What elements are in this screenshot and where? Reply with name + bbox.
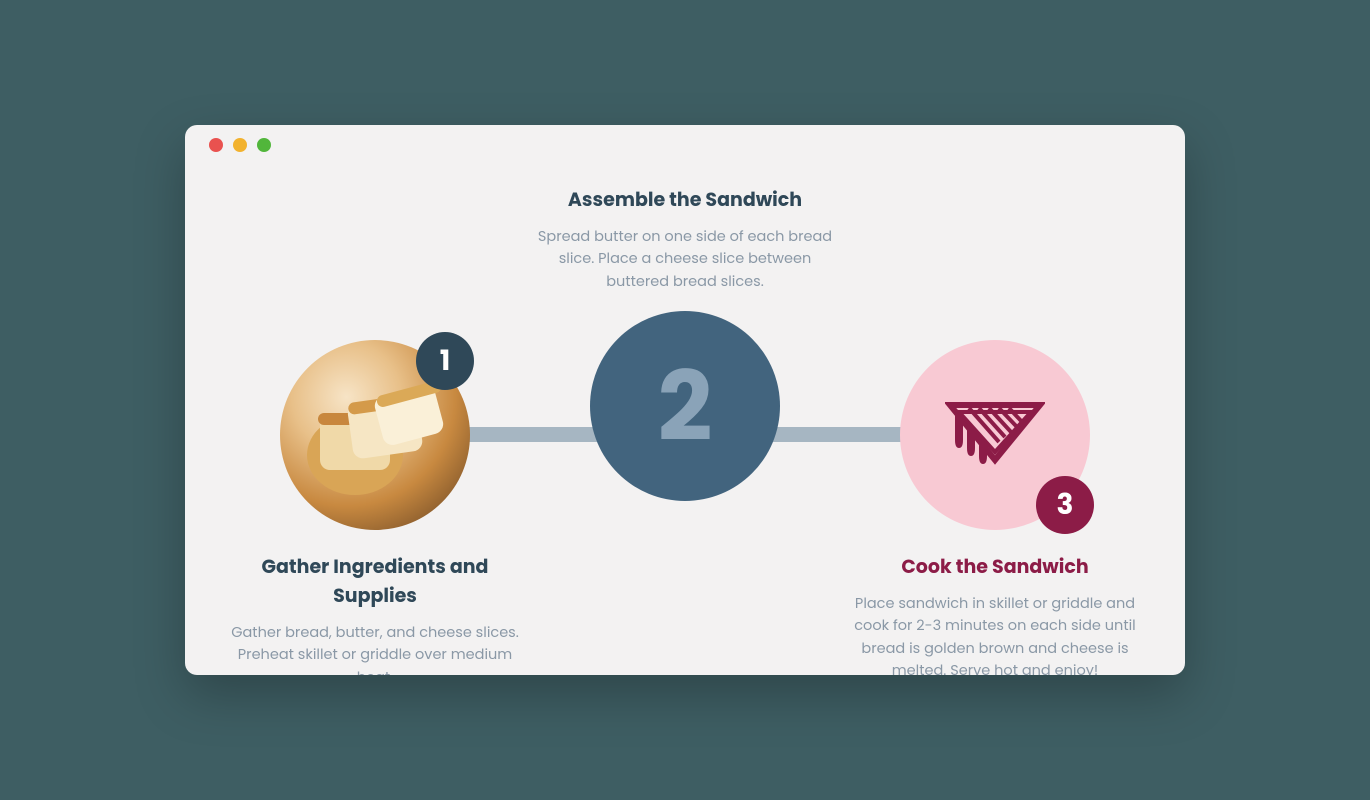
step-2-desc: Spread butter on one side of each bread … bbox=[535, 226, 835, 293]
step-1: 1 Gather Ingredients and Supplies Gather… bbox=[225, 165, 525, 675]
maximize-icon[interactable] bbox=[257, 138, 271, 152]
step-2: Assemble the Sandwich Spread butter on o… bbox=[535, 165, 835, 675]
app-window: 1 Gather Ingredients and Supplies Gather… bbox=[185, 125, 1185, 675]
content-area: 1 Gather Ingredients and Supplies Gather… bbox=[185, 165, 1185, 675]
window-titlebar bbox=[185, 125, 1185, 165]
step-1-circle-wrap: 1 bbox=[280, 340, 470, 530]
step-2-title: Assemble the Sandwich bbox=[568, 185, 802, 214]
step-3-badge: 3 bbox=[1036, 476, 1094, 534]
step-1-desc: Gather bread, butter, and cheese slices.… bbox=[225, 622, 525, 675]
step-2-text: Assemble the Sandwich Spread butter on o… bbox=[535, 185, 835, 293]
step-3-title: Cook the Sandwich bbox=[901, 552, 1088, 581]
step-1-badge: 1 bbox=[416, 332, 474, 390]
step-3-text: Cook the Sandwich Place sandwich in skil… bbox=[845, 552, 1145, 675]
minimize-icon[interactable] bbox=[233, 138, 247, 152]
close-icon[interactable] bbox=[209, 138, 223, 152]
step-3-desc: Place sandwich in skillet or griddle and… bbox=[845, 593, 1145, 675]
steps-row: 1 Gather Ingredients and Supplies Gather… bbox=[185, 165, 1185, 675]
step-1-text: Gather Ingredients and Supplies Gather b… bbox=[225, 552, 525, 675]
step-2-number: 2 bbox=[658, 334, 713, 479]
step-2-circle: 2 bbox=[590, 311, 780, 501]
step-1-title: Gather Ingredients and Supplies bbox=[225, 552, 525, 610]
step-2-circle-wrap: 2 bbox=[590, 311, 780, 501]
sandwich-icon bbox=[945, 390, 1045, 480]
step-3: 3 Cook the Sandwich Place sandwich in sk… bbox=[845, 165, 1145, 675]
step-3-circle-wrap: 3 bbox=[900, 340, 1090, 530]
